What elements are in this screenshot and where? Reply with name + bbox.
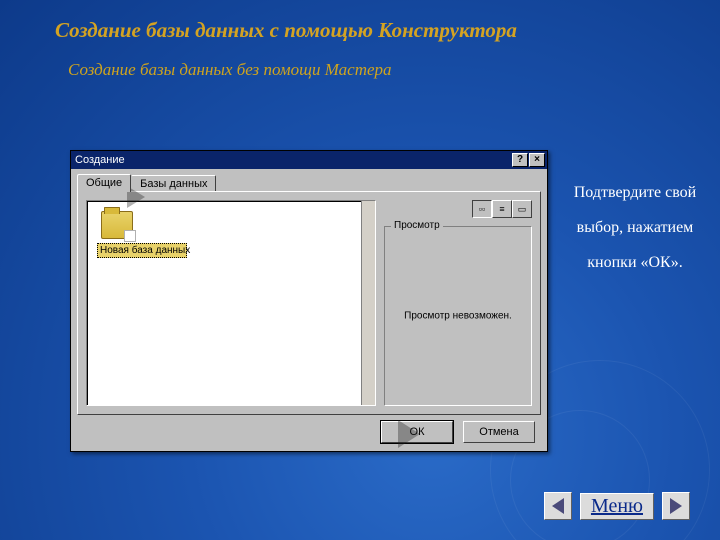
folder-db-icon bbox=[101, 211, 133, 239]
template-list[interactable]: Новая база данных bbox=[86, 200, 376, 406]
view-mode-buttons: ▫▫ ≡ ▭ bbox=[472, 200, 532, 218]
view-large-icon[interactable]: ▫▫ bbox=[472, 200, 492, 218]
page-title: Создание базы данных с помощью Конструкт… bbox=[55, 18, 517, 43]
cancel-button[interactable]: Отмена bbox=[463, 421, 535, 443]
list-scrollbar[interactable] bbox=[361, 201, 375, 405]
page-subtitle: Создание базы данных без помощи Мастера bbox=[68, 60, 392, 80]
triangle-right-icon bbox=[670, 498, 682, 514]
preview-text: Просмотр невозможен. bbox=[385, 311, 531, 322]
dialog-titlebar: Создание ? × bbox=[71, 151, 547, 169]
help-button[interactable]: ? bbox=[512, 153, 528, 167]
tab-pane: Новая база данных ▫▫ ≡ ▭ Просмотр Просмо… bbox=[77, 191, 541, 415]
view-detail-icon[interactable]: ▭ bbox=[512, 200, 532, 218]
close-button[interactable]: × bbox=[529, 153, 545, 167]
new-database-label: Новая база данных bbox=[97, 243, 187, 258]
prev-button[interactable] bbox=[544, 492, 572, 520]
overlay-arrow-icon bbox=[398, 420, 420, 448]
preview-group-label: Просмотр bbox=[391, 220, 443, 231]
view-list-icon[interactable]: ≡ bbox=[492, 200, 512, 218]
menu-link[interactable]: Меню bbox=[580, 493, 654, 520]
tab-general[interactable]: Общие bbox=[77, 174, 131, 192]
new-database-item[interactable]: Новая база данных bbox=[97, 211, 187, 258]
preview-group: Просмотр Просмотр невозможен. bbox=[384, 226, 532, 406]
dialog-tabs: Общие Базы данных bbox=[77, 173, 541, 191]
instruction-text: Подтвердите свой выбор, нажатием кнопки … bbox=[570, 175, 700, 281]
footer-nav: Меню bbox=[544, 492, 690, 520]
next-button[interactable] bbox=[662, 492, 690, 520]
dialog-title: Создание bbox=[75, 154, 512, 166]
triangle-left-icon bbox=[552, 498, 564, 514]
